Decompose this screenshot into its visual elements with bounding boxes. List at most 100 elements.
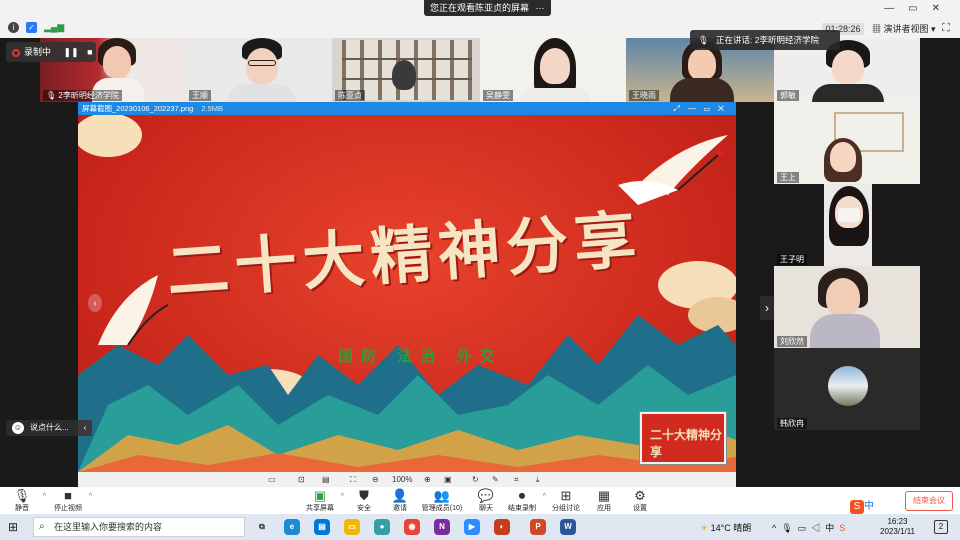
stop-video-button[interactable]: ■ 停止视频 ^ xyxy=(46,488,92,513)
app-icon[interactable]: ● xyxy=(374,519,390,535)
poster-image: 二十大精神分享 国防 法治 外交 二十大精神分享 xyxy=(78,115,736,472)
speaking-label: 正在讲话: 2李昕明经济学院 xyxy=(716,35,819,45)
stop-record-icon: ⏺ xyxy=(518,488,526,503)
manage-members-button[interactable]: 👥 管理成员(10) xyxy=(420,488,464,513)
task-view-icon[interactable]: ⧉ xyxy=(254,519,270,535)
info-icon[interactable]: i xyxy=(8,22,19,33)
grid-icon: ▦ xyxy=(872,24,884,34)
collapse-icon[interactable]: ‹ xyxy=(78,420,92,436)
download-icon[interactable]: ⤓ xyxy=(536,472,540,488)
search-icon: ⌕ xyxy=(39,521,45,532)
participant-name: 王子明 xyxy=(777,254,807,265)
end-meeting-button[interactable]: 结束会议 xyxy=(905,491,953,511)
ocr-icon[interactable]: ▤ xyxy=(322,472,330,488)
volume-icon: ◁ xyxy=(811,523,826,533)
invite-icon: 👤 xyxy=(391,488,409,503)
ime-lang: 中 xyxy=(864,501,877,512)
notification-icon[interactable]: 2 xyxy=(934,520,948,534)
windows-taskbar: ⊞ ⌕ 在这里输入你要搜索的内容 ⧉ e ▤ ▭ ● ◉ N ▶ ◐ P W ☀… xyxy=(0,514,960,540)
chevron-up-icon: ^ xyxy=(772,523,782,533)
view-selector[interactable]: ▦ 演讲者视图 ▾ xyxy=(872,22,936,36)
clock-time: 16:23 xyxy=(887,517,908,526)
shared-file-size: 2.5MB xyxy=(201,104,224,113)
store-icon[interactable]: ▤ xyxy=(314,519,330,535)
share-screen-button[interactable]: ▣ 共享屏幕 ^ xyxy=(298,488,344,513)
participant-name: 吴静雯 xyxy=(483,90,513,101)
security-shield-icon[interactable]: ✓ xyxy=(26,22,37,33)
onenote-icon[interactable]: N xyxy=(434,519,450,535)
stop-recording-button[interactable]: ⏺ 结束录制 ^ xyxy=(500,488,546,513)
mute-button[interactable]: 🎙 静音 ^ xyxy=(0,488,46,513)
sogou-icon: S xyxy=(850,500,864,514)
participant-name: 郭敏 xyxy=(777,90,799,101)
share-window-titlebar[interactable]: 屏幕截图_20230106_202237.png 2.5MB ⤢—▭✕ xyxy=(78,102,736,115)
window-controls[interactable]: —▭✕ xyxy=(884,3,954,14)
zoom-level: 100% xyxy=(392,475,413,484)
zoom-app-icon[interactable]: ▶ xyxy=(464,519,480,535)
taskbar-search[interactable]: ⌕ 在这里输入你要搜索的内容 xyxy=(33,517,245,537)
prev-arrow-icon[interactable]: ‹ xyxy=(88,294,102,312)
temperature: 14°C xyxy=(710,523,731,533)
windows-start-icon[interactable]: ⊞ xyxy=(8,520,18,534)
original-size-icon[interactable]: ▣ xyxy=(444,472,452,488)
taskbar-clock[interactable]: 16:23 2023/1/11 xyxy=(880,517,915,537)
video-tile[interactable]: 吴静雯 xyxy=(480,38,626,102)
chat-placeholder: 说点什么... xyxy=(30,423,69,432)
sun-icon: ☀ xyxy=(700,523,709,533)
app-icon[interactable]: ◐ xyxy=(494,519,510,535)
participant-name: 王晓雨 xyxy=(629,90,659,101)
mountains-decoration xyxy=(78,315,736,472)
chevron-down-icon: ▾ xyxy=(928,24,936,34)
video-tile[interactable]: 刘欣然 xyxy=(774,266,920,348)
rotate-icon[interactable]: ↻ xyxy=(472,472,479,488)
record-icon xyxy=(12,48,20,57)
participant-name: 🎙 2李昕明经济学院 xyxy=(43,90,122,101)
recording-indicator[interactable]: 录制中 ❚❚ ■ xyxy=(6,42,96,62)
invite-button[interactable]: 👤 邀请 xyxy=(378,488,422,513)
next-page-icon[interactable]: › xyxy=(760,296,774,320)
weather-widget[interactable]: ☀ 14°C 晴朗 xyxy=(700,521,751,534)
video-tile[interactable]: 王上 xyxy=(774,102,920,184)
viewing-banner: 您正在观看陈亚贞的屏幕 ⋯ xyxy=(424,0,551,16)
participant-name: 刘欣然 xyxy=(777,336,807,347)
system-tray[interactable]: ^🎙▭◁中S xyxy=(772,521,850,534)
settings-button[interactable]: ⚙ 设置 xyxy=(618,488,662,513)
participant-name: 王顺 xyxy=(189,90,211,101)
share-window-controls[interactable]: ⤢—▭✕ xyxy=(673,102,732,115)
emoji-icon[interactable]: ☺ xyxy=(12,422,24,434)
stop-icon[interactable]: ■ xyxy=(87,47,92,57)
image-thumbnail[interactable]: 二十大精神分享 xyxy=(640,412,726,464)
poster-subtitle: 国防 法治 外交 xyxy=(338,347,503,365)
shared-file-name: 屏幕截图_20230106_202237.png xyxy=(82,104,194,113)
browser-icon[interactable]: ◉ xyxy=(404,519,420,535)
video-tile[interactable]: 韩欣冉 xyxy=(774,348,920,430)
participant-name: 韩欣冉 xyxy=(777,418,807,429)
expand-icon[interactable]: ⛶ xyxy=(350,472,356,488)
zoom-out-icon[interactable]: ⊖ xyxy=(372,472,379,488)
explorer-icon[interactable]: ▭ xyxy=(344,519,360,535)
word-icon[interactable]: W xyxy=(560,519,576,535)
edit-icon[interactable]: ✎ xyxy=(492,472,499,488)
crop-icon[interactable]: ⊡ xyxy=(298,472,305,488)
zoom-in-icon[interactable]: ⊕ xyxy=(424,472,431,488)
fit-icon[interactable]: ▭ xyxy=(268,472,276,488)
search-placeholder: 在这里输入你要搜索的内容 xyxy=(54,522,163,532)
crop-tool-icon[interactable]: ⌗ xyxy=(514,472,519,488)
ime-icon: 中 xyxy=(825,523,840,533)
weather-label: 晴朗 xyxy=(733,523,752,533)
chat-quick-input[interactable]: ☺ 说点什么... ‹ xyxy=(6,420,92,436)
avatar xyxy=(828,366,868,406)
edge-icon[interactable]: e xyxy=(284,519,300,535)
video-icon: ■ xyxy=(64,488,72,503)
video-tile[interactable]: 王子明 xyxy=(774,184,920,266)
powerpoint-icon[interactable]: P xyxy=(530,519,546,535)
video-tile[interactable]: 王顺 xyxy=(186,38,332,102)
fullscreen-icon[interactable]: ⛶ xyxy=(942,22,950,35)
banner-menu-icon[interactable]: ⋯ xyxy=(536,3,545,13)
ime-toolbar[interactable]: S中 xyxy=(850,497,877,514)
members-icon: 👥 xyxy=(433,488,451,503)
shared-screen[interactable]: 屏幕截图_20230106_202237.png 2.5MB ⤢—▭✕ 二十大精… xyxy=(78,102,736,488)
thumbnail-title: 二十大精神分享 xyxy=(650,428,723,459)
video-tile[interactable]: 陈亚贞 xyxy=(332,38,480,102)
pause-icon[interactable]: ❚❚ xyxy=(64,47,79,57)
